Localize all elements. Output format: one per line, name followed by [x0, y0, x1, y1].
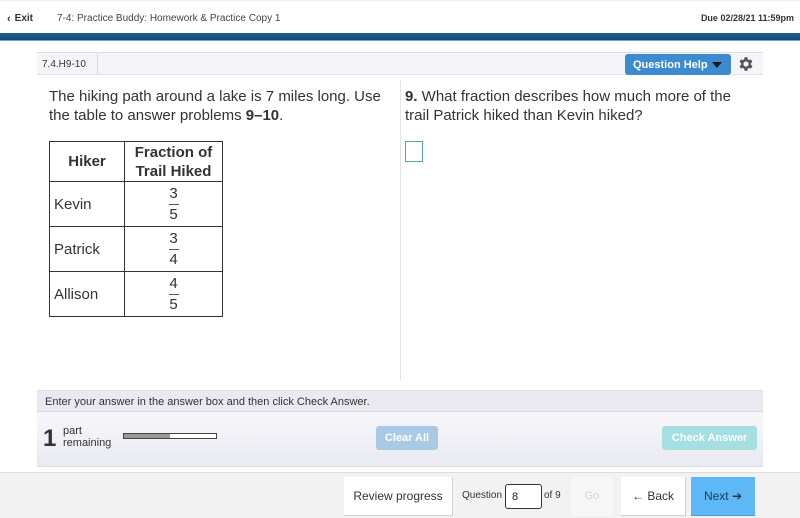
question-area: 9. What fraction describes how much more… — [405, 87, 755, 162]
back-button[interactable]: ← Back — [621, 477, 686, 516]
fraction-cell: 45 — [124, 271, 223, 317]
column-header-hiker: Hiker — [49, 141, 125, 182]
progress-bar — [123, 433, 217, 439]
status-bar: 1 part remaining Clear All Check Answer — [37, 412, 763, 467]
question-number-input[interactable] — [505, 484, 542, 509]
header-divider-bar — [0, 33, 800, 41]
answer-input-box[interactable] — [405, 141, 423, 162]
fraction-cell: 35 — [124, 181, 223, 227]
parts-remaining-label: part remaining — [63, 425, 112, 449]
column-divider — [400, 80, 401, 380]
gear-icon[interactable] — [737, 55, 755, 73]
exit-button[interactable]: ‹ Exit — [7, 13, 33, 24]
chevron-left-icon: ‹ — [7, 12, 11, 25]
question-help-label: Question Help — [633, 58, 708, 71]
question-help-button[interactable]: Question Help — [625, 54, 731, 75]
hiker-name: Patrick — [49, 226, 125, 272]
table-row: Patrick 34 — [49, 226, 223, 272]
caret-down-icon — [711, 62, 722, 68]
instruction-bar: Enter your answer in the answer box and … — [37, 390, 763, 412]
question-total: of 9 — [544, 490, 561, 501]
problem-context: The hiking path around a lake is 7 miles… — [49, 87, 399, 125]
question-header: 7.4.H9-10 Question Help — [37, 52, 763, 75]
question-panel: 7.4.H9-10 Question Help The hiking path … — [37, 52, 763, 471]
question-text: 9. What fraction describes how much more… — [405, 88, 731, 124]
exit-label: Exit — [14, 13, 34, 24]
clear-all-button[interactable]: Clear All — [376, 426, 438, 450]
question-id: 7.4.H9-10 — [37, 53, 98, 75]
fraction-cell: 34 — [124, 226, 223, 272]
column-header-fraction: Fraction of Trail Hiked — [124, 141, 223, 182]
go-button[interactable]: Go — [571, 477, 613, 516]
table-row: Allison 45 — [49, 271, 223, 317]
top-bar: ‹ Exit 7-4: Practice Buddy: Homework & P… — [0, 0, 800, 33]
question-label: Question — [462, 490, 503, 501]
parts-remaining-count: 1 — [43, 425, 57, 452]
hiker-name: Allison — [49, 271, 125, 317]
hiker-table: Hiker Fraction of Trail Hiked Kevin 35 P… — [49, 141, 223, 317]
next-button[interactable]: Next ➔ — [691, 477, 755, 516]
hiker-name: Kevin — [49, 181, 125, 227]
check-answer-button[interactable]: Check Answer — [662, 426, 757, 450]
bottom-navigation: Review progress Question of 9 Go ← Back … — [0, 472, 800, 518]
progress-fill — [124, 434, 170, 438]
review-progress-button[interactable]: Review progress — [344, 477, 453, 516]
due-date: Due 02/28/21 11:59pm — [700, 13, 794, 23]
table-row: Kevin 35 — [49, 181, 223, 227]
problem-prompt: The hiking path around a lake is 7 miles… — [49, 88, 381, 124]
assignment-title: 7-4: Practice Buddy: Homework & Practice… — [57, 13, 281, 24]
